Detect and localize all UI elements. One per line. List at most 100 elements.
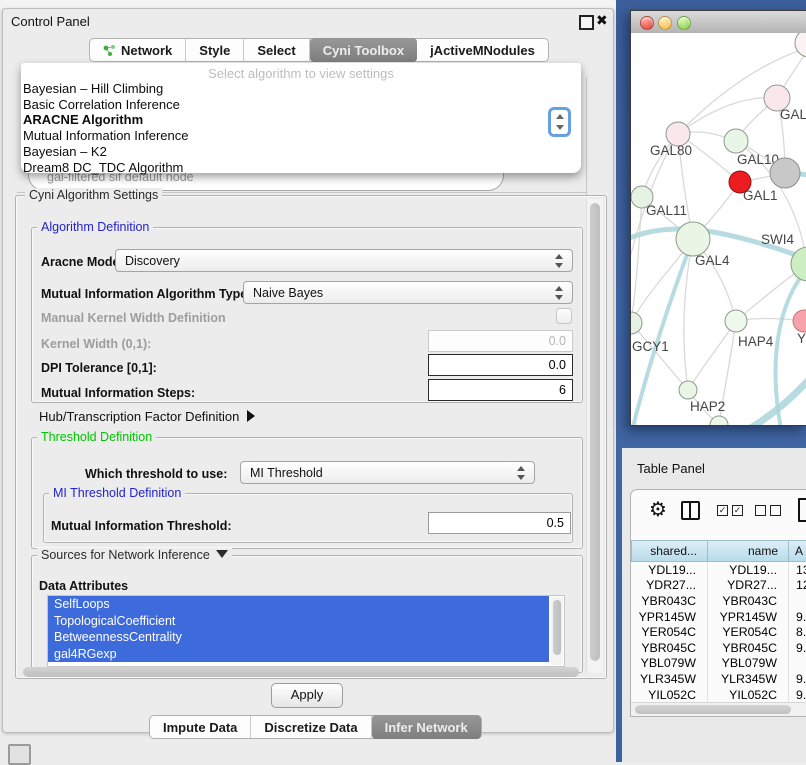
network-edge[interactable] (631, 197, 642, 323)
algorithm-option[interactable]: Basic Correlation Inference (21, 97, 581, 113)
mi-steps-field[interactable] (428, 379, 573, 401)
deselect-all-icon[interactable] (770, 505, 781, 516)
attribute-item-selected[interactable]: TopologicalCoefficient (48, 613, 549, 630)
kernel-width-field[interactable] (428, 330, 573, 352)
network-canvas[interactable]: GALGAL80GAL10GAL1GAL11GAL4SWI4HAP4YGCY1H… (631, 33, 806, 425)
import-table-icon[interactable] (798, 498, 806, 522)
algorithm-option[interactable]: Bayesian – K2 (21, 144, 581, 160)
which-threshold-value: MI Threshold (250, 466, 323, 480)
hub-definition-expander[interactable]: Hub/Transcription Factor Definition (39, 409, 255, 424)
network-node[interactable] (710, 416, 728, 425)
mi-type-combobox[interactable]: Naive Bayes (243, 281, 573, 304)
table-hscrollbar-thumb[interactable] (635, 705, 791, 714)
float-window-icon[interactable] (579, 15, 594, 30)
table-column-header[interactable]: name (708, 540, 789, 562)
network-node-label: HAP4 (738, 334, 774, 349)
select-all-icon[interactable]: ✓ (732, 505, 743, 516)
table-cell: YDL19... (631, 562, 708, 578)
combo-spinner-fragment[interactable] (548, 107, 571, 137)
manual-kernel-checkbox[interactable] (556, 308, 572, 324)
control-panel-tabs: Network Style Select Cyni Toolbox jActiv… (89, 38, 549, 62)
table-cell: 9. (789, 687, 806, 702)
tab-label: Impute Data (163, 720, 237, 735)
tab-infer-network[interactable]: Infer Network (372, 715, 481, 739)
network-edge[interactable] (688, 321, 736, 390)
expand-right-icon (247, 410, 255, 422)
table-row[interactable]: YBR045CYBR045C9. (631, 640, 806, 656)
dpi-tolerance-field[interactable] (428, 354, 573, 376)
algorithm-option[interactable]: Dream8 DC_TDC Algorithm (21, 160, 581, 176)
group-border-fragment (586, 77, 587, 195)
algorithm-option[interactable]: ARACNE Algorithm (21, 112, 581, 128)
spinner-down-icon (556, 125, 564, 130)
table-panel: Table Panel ⚙ ✓ ✓ shared...nameA YDL19..… (622, 448, 806, 762)
table-row[interactable]: YDL19...YDL19...13 (631, 562, 806, 578)
tab-cyni-toolbox[interactable]: Cyni Toolbox (310, 38, 417, 62)
network-view-window: GALGAL80GAL10GAL1GAL11GAL4SWI4HAP4YGCY1H… (630, 10, 806, 426)
which-threshold-combobox[interactable]: MI Threshold (240, 461, 535, 484)
algorithm-option[interactable]: Mutual Information Inference (21, 128, 581, 144)
tab-label: Discretize Data (264, 720, 357, 735)
table-column-header[interactable]: shared... (631, 540, 708, 562)
dpi-tolerance-label: DPI Tolerance [0,1]: (41, 361, 157, 375)
tab-discretize-data[interactable]: Discretize Data (251, 716, 371, 738)
close-icon[interactable]: ✖ (596, 12, 608, 29)
table-cell: YBR043C (708, 593, 789, 609)
tab-select[interactable]: Select (244, 39, 309, 61)
data-attributes-list[interactable]: SelfLoopsTopologicalCoefficientBetweenne… (47, 595, 565, 667)
table-row[interactable]: YIL052CYIL052C9. (631, 687, 806, 702)
table-row[interactable]: YDR27...YDR27...12 (631, 578, 806, 594)
network-node-gcy1[interactable] (631, 312, 642, 334)
network-node-hap4[interactable] (725, 310, 747, 332)
network-node[interactable] (795, 33, 806, 57)
attribute-item-selected[interactable]: SelfLoops (48, 596, 549, 613)
column-view-icon[interactable] (681, 501, 700, 520)
settings-hscrollbar[interactable] (21, 666, 583, 678)
attr-list-vscrollbar-thumb[interactable] (553, 600, 561, 655)
network-node-gal10[interactable] (724, 129, 748, 153)
attribute-item-selected[interactable]: BetweennessCentrality (48, 629, 549, 646)
tab-label: Cyni Toolbox (323, 43, 404, 58)
minimize-traffic-light-icon[interactable] (658, 16, 672, 30)
network-node-hap2[interactable] (679, 381, 697, 399)
mi-threshold-field[interactable] (428, 512, 571, 534)
table-cell: YER054C (708, 624, 789, 640)
deselect-all-icon[interactable] (755, 505, 766, 516)
apply-button[interactable]: Apply (271, 683, 343, 708)
settings-vscrollbar-thumb[interactable] (590, 203, 600, 661)
tab-impute-data[interactable]: Impute Data (150, 716, 251, 738)
attribute-item-selected[interactable]: gal4RGexp (48, 646, 549, 663)
control-panel-window: Control Panel ✖ Network Style Select Cyn… (2, 8, 614, 733)
table-hscrollbar[interactable] (631, 702, 806, 716)
close-traffic-light-icon[interactable] (640, 16, 654, 30)
table-row[interactable]: YPR145WYPR145W9. (631, 609, 806, 625)
table-row[interactable]: YER054CYER054C8. (631, 624, 806, 640)
network-edge[interactable] (678, 98, 777, 134)
table-column-header[interactable]: A (789, 540, 806, 562)
tab-label: Network (121, 43, 172, 58)
attr-list-vscrollbar[interactable] (551, 597, 563, 665)
gear-icon[interactable]: ⚙ (649, 500, 667, 520)
table-row[interactable]: YLR345WYLR345W9. (631, 671, 806, 687)
network-node[interactable] (770, 158, 800, 188)
select-all-icon[interactable]: ✓ (717, 505, 728, 516)
sources-group-title[interactable]: Sources for Network Inference (37, 548, 232, 562)
tab-label: Infer Network (385, 720, 468, 735)
aracne-mode-combobox[interactable]: Discovery (115, 249, 573, 272)
table-row[interactable]: YBL079WYBL079W (631, 656, 806, 672)
zoom-traffic-light-icon[interactable] (677, 16, 691, 30)
network-node-gal4[interactable] (676, 222, 710, 256)
table-row[interactable]: YBR043CYBR043C (631, 593, 806, 609)
network-node-label: GAL80 (650, 143, 692, 158)
kernel-width-label: Kernel Width (0,1): (41, 337, 151, 351)
settings-hscrollbar-thumb[interactable] (23, 667, 579, 677)
tab-style[interactable]: Style (186, 39, 244, 61)
settings-vscrollbar[interactable] (586, 199, 603, 673)
network-node-label: HAP2 (690, 399, 725, 414)
tab-jactivemnodules[interactable]: jActiveMNodules (417, 39, 548, 61)
network-node-y[interactable] (793, 310, 806, 332)
spinner-up-icon (556, 114, 564, 119)
table-header-row: shared...nameA (631, 540, 806, 562)
algorithm-option[interactable]: Bayesian – Hill Climbing (21, 81, 581, 97)
tab-network[interactable]: Network (90, 39, 186, 61)
